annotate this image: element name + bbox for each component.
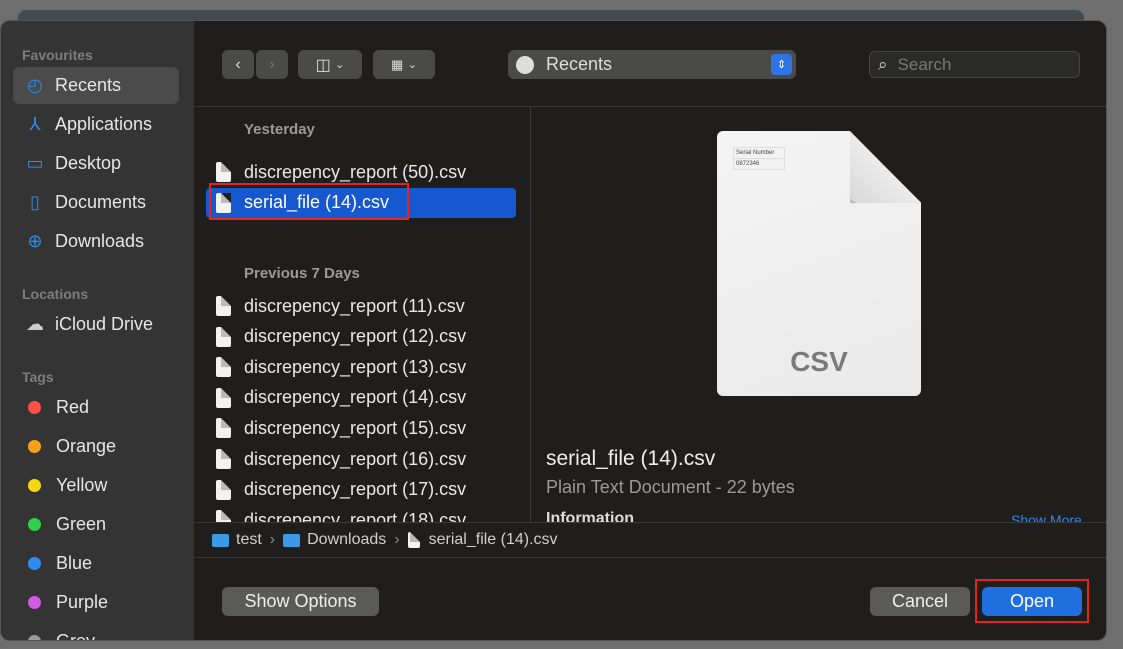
sidebar-tag-orange[interactable]: Orange — [13, 428, 179, 465]
tag-dot-icon — [28, 596, 41, 609]
file-icon — [407, 532, 420, 548]
columns-icon: ◫ — [315, 56, 331, 74]
download-icon: ⊕ — [27, 231, 43, 251]
sidebar-tag-grey[interactable]: Grey — [13, 623, 179, 640]
file-icon — [216, 162, 231, 182]
chevron-down-icon: ⌄ — [407, 59, 417, 71]
annotation-highlight-open — [975, 579, 1089, 623]
search-icon: ⌕ — [878, 54, 888, 74]
tag-dot-icon — [28, 440, 41, 453]
preview-kind: Plain Text Document - 22 bytes — [546, 477, 795, 497]
group-header-previous-7-days: Previous 7 Days — [244, 265, 360, 282]
chevron-right-icon: › — [269, 55, 275, 73]
locations-header: Locations — [22, 286, 89, 302]
file-icon — [216, 418, 231, 439]
chevron-left-icon: ‹ — [235, 55, 241, 73]
page-fold — [850, 131, 921, 203]
group-button[interactable]: ▦ ⌄ — [373, 50, 435, 79]
file-row[interactable]: discrepency_report (14).csv — [206, 383, 516, 413]
back-button[interactable]: ‹ — [222, 50, 254, 79]
sidebar-tag-red[interactable]: Red — [13, 389, 179, 426]
annotation-highlight-file — [209, 183, 409, 220]
sidebar-item-downloads[interactable]: ⊕ Downloads — [13, 223, 179, 260]
location-popup[interactable]: Recents ⇕ — [508, 50, 796, 79]
file-row[interactable]: discrepency_report (16).csv — [206, 444, 516, 474]
preview-pane: Serial Number 0872346 CSV serial_file (1… — [532, 106, 1106, 522]
file-row[interactable]: discrepency_report (17).csv — [206, 475, 516, 505]
desktop-icon: ▭ — [26, 153, 44, 173]
file-icon — [216, 479, 231, 500]
file-row[interactable]: discrepency_report (11).csv — [206, 291, 516, 321]
document-icon: ▯ — [30, 192, 40, 212]
grid-icon: ▦ — [391, 56, 404, 72]
file-icon — [216, 510, 231, 522]
tag-dot-icon — [28, 401, 41, 414]
applications-icon: ⅄ — [29, 114, 41, 134]
sidebar-tag-blue[interactable]: Blue — [13, 545, 179, 582]
sidebar-item-documents[interactable]: ▯ Documents — [13, 184, 179, 221]
file-icon — [216, 296, 231, 316]
sidebar: Favourites ◴ Recents ⅄ Applications ▭ Deskt… — [1, 21, 194, 640]
thumb-header: Serial Number — [734, 148, 784, 159]
file-row[interactable]: discrepency_report (15).csv — [206, 413, 516, 443]
sidebar-item-recents[interactable]: ◴ Recents — [13, 67, 179, 104]
cancel-button[interactable]: Cancel — [870, 587, 970, 616]
file-icon — [216, 449, 231, 469]
chevron-down-icon: ⌄ — [335, 59, 345, 71]
folder-icon — [283, 533, 301, 547]
tags-header: Tags — [22, 369, 54, 385]
tag-dot-icon — [28, 635, 41, 640]
show-options-button[interactable]: Show Options — [222, 587, 379, 616]
csv-file-thumbnail: Serial Number 0872346 CSV — [717, 131, 921, 396]
clock-icon: ◴ — [27, 75, 43, 95]
thumb-value: 0872346 — [736, 161, 760, 167]
tag-dot-icon — [28, 479, 41, 492]
clock-icon — [516, 55, 534, 74]
sidebar-item-applications[interactable]: ⅄ Applications — [13, 106, 179, 143]
forward-button[interactable]: › — [256, 50, 288, 79]
path-item[interactable]: test — [236, 531, 262, 549]
group-header-yesterday: Yesterday — [244, 121, 315, 138]
path-item[interactable]: Downloads — [307, 531, 386, 549]
tag-dot-icon — [28, 518, 41, 531]
open-file-dialog: Favourites ◴ Recents ⅄ Applications ▭ Deskt… — [0, 20, 1107, 641]
file-row[interactable]: discrepency_report (13).csv — [206, 352, 516, 382]
sidebar-item-icloud[interactable]: ☁ iCloud Drive — [13, 306, 179, 343]
information-header: Information — [546, 510, 634, 522]
tag-dot-icon — [28, 557, 41, 570]
file-icon — [216, 326, 231, 347]
sidebar-item-desktop[interactable]: ▭ Desktop — [13, 145, 179, 182]
sidebar-tag-green[interactable]: Green — [13, 506, 179, 543]
folder-icon — [212, 533, 229, 547]
path-bar: test › Downloads › serial_file (14).csv — [194, 522, 1106, 558]
file-row[interactable]: discrepency_report (12).csv — [206, 322, 516, 352]
updown-chevron-icon: ⇕ — [771, 54, 792, 75]
cloud-icon: ☁ — [26, 314, 44, 334]
path-item[interactable]: serial_file (14).csv — [429, 531, 558, 549]
favourites-header: Favourites — [22, 47, 93, 63]
file-icon — [216, 357, 231, 378]
file-row[interactable]: discrepency_report (18).csv — [206, 505, 516, 522]
thumb-ext: CSV — [790, 346, 848, 377]
preview-filename: serial_file (14).csv — [546, 447, 716, 470]
sidebar-tag-purple[interactable]: Purple — [13, 584, 179, 621]
file-list: Yesterday discrepency_report (50).csv ser… — [194, 106, 531, 522]
search-input[interactable]: ⌕ Search — [869, 51, 1080, 78]
file-icon — [216, 387, 231, 408]
show-more-link[interactable]: Show More — [1011, 512, 1082, 522]
sidebar-tag-yellow[interactable]: Yellow — [13, 467, 179, 504]
view-columns-button[interactable]: ◫ ⌄ — [298, 50, 362, 79]
